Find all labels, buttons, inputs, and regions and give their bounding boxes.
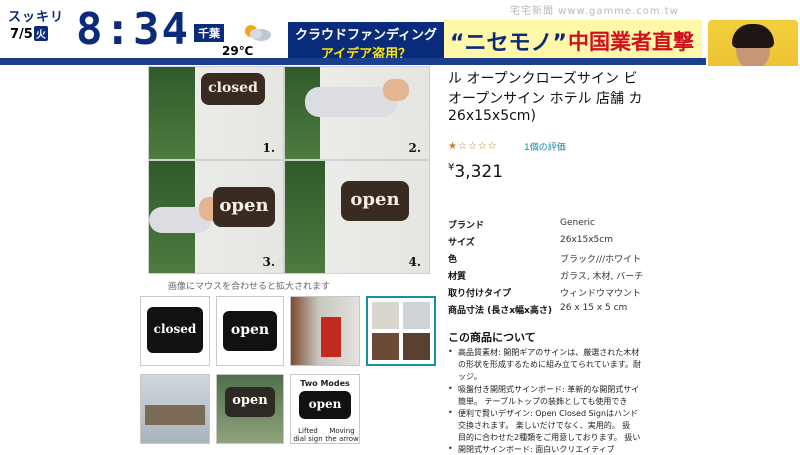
banner-stripe [0,58,800,65]
spec-label: ブランド [448,221,485,231]
about-bullet-text: ッジ。 [458,372,482,381]
spec-label: 材質 [448,272,467,282]
zoom-hint: 画像にマウスを合わせると拡大されます [168,282,331,292]
date-text: 7/5 [10,27,33,42]
price-value: 3,321 [454,162,504,182]
star-empty-icon: ☆ [477,141,488,152]
weather-widget: 千葉 29℃ [194,24,280,62]
spec-label: 取り付けタイプ [448,289,512,299]
step-label-1: 1. [262,141,275,155]
about-bullet-item: ッジ。 [448,371,482,382]
spec-value: ブラック///ホワイト [560,255,642,265]
thumbnail-3[interactable] [290,296,360,366]
sign-closed-photo: closed [201,73,265,105]
spec-label: 色 [448,255,458,265]
about-bullet-item: 高品質素材: 開閉ギアのサインは、厳選された木材 [448,347,639,358]
step-label-4: 4. [408,255,421,269]
date-day-badge: 火 [33,26,48,41]
step-label-3: 3. [262,255,275,269]
thumbnail-2-sign: open [223,311,277,351]
thumbnail-6[interactable]: open [216,374,284,444]
spec-value: ウィンドウマウント [560,289,642,299]
star-rating[interactable]: ★☆☆☆☆ [448,141,498,152]
thumbnail-4-selected[interactable] [366,296,436,366]
product-page: closed 1. 2. open 3. open 4. 画像にマウスを合わせる… [0,66,800,454]
spec-label: サイズ [448,238,475,248]
thumbnail-2[interactable]: open [216,296,284,366]
tv-top-banner: スッキリ 7/5 火 8:34 千葉 29℃ クラウドファンディング アイデア盗用… [0,0,800,66]
spec-value: ガラス, 木材, バーチ [560,272,644,282]
thumbnail-7[interactable]: Two Modes open Lifted dial sign Moving t… [290,374,360,444]
about-bullet-item: の形状を形成するために組み立てられています。耐 [448,359,641,370]
about-bullet-item: 目的に合わせた2種類をご用意しております。 扱い [448,432,640,443]
headline-right-quote: “ニセモノ” [450,31,567,56]
spec-value: 26x15x5cm [560,235,613,245]
review-count-link[interactable]: 1個の評価 [524,140,566,153]
thumbnail-7-sign: open [299,391,351,419]
headline-right-text: 中国業者直撃 [568,30,694,54]
product-title-line-2: オープンサイン ホテル 店舗 カ [448,91,643,107]
about-bullet-text: 便利で賢いデザイン: Open Closed Signはハンド [458,409,639,418]
about-bullet-item: 交換されます。 楽しいだけでなく、実用的。 扱 [448,420,630,431]
clock: 8:34 [76,4,190,55]
watermark-logo: 宅宅新聞 www.gamme.com.tw [510,6,679,17]
about-bullet-item: 便利で賢いデザイン: Open Closed Signはハンド [448,408,638,419]
weather-prefecture: 千葉 [194,24,224,42]
headline-box-right: “ニセモノ” 中国業者直撃 [444,20,702,62]
thumbnail-7-caption-left: Lifted dial sign [293,427,323,443]
gallery-photo-step-3: open 3. [148,160,284,274]
about-bullet-text: 吸盤付き開閉式サインボード: 革新的な開閉式サイ [458,385,640,394]
spec-value: 26 x 15 x 5 cm [560,303,628,313]
about-bullet-text: の形状を形成するために組み立てられています。耐 [458,360,641,369]
weather-temperature: 29℃ [222,44,254,58]
about-bullet-text: 交換されます。 楽しいだけでなく、実用的。 扱 [458,421,631,430]
about-bullet-text: 目的に合わせた2種類をご用意しております。 扱い [458,433,641,442]
star-filled-icon: ★ [448,141,458,152]
gallery-photo-step-4: open 4. [284,160,430,274]
broadcast-date: 7/5 火 [10,26,48,42]
product-price: ¥3,321 [448,162,503,182]
sign-open-photo-3: open [213,187,275,227]
about-bullet-text: 簡単。 テーブルトップの装飾としても使用でき [458,397,628,406]
spec-label: 商品寸法 (長さx幅x高さ) [448,306,552,316]
star-empty-icon: ☆ [467,141,478,152]
about-bullet-text: 高品質素材: 開閉ギアのサインは、厳選された木材 [458,348,640,357]
product-title-line-3: 26x15x5cm) [448,108,536,124]
about-bullet-item: 吸盤付き開閉式サインボード: 革新的な開閉式サイ [448,384,639,395]
thumbnail-1[interactable]: closed [140,296,210,366]
star-empty-icon: ☆ [457,141,468,152]
thumbnail-1-sign: closed [147,307,203,353]
thumbnail-6-sign: open [225,387,275,417]
step-label-2: 2. [408,141,421,155]
thumbnail-7-caption-right: Moving the arrow sign [325,427,359,443]
sign-open-photo-4: open [341,181,409,221]
about-bullet-item: 簡単。 テーブルトップの装飾としても使用でき [448,396,627,407]
star-empty-icon: ☆ [487,141,498,152]
about-this-item-heading: この商品について [448,331,536,344]
product-title-line-1: ル オープンクローズサイン ビ [448,71,638,87]
headline-left-line1: クラウドファンディング [294,28,438,43]
gallery-photo-step-2: 2. [284,66,430,160]
thumbnail-5[interactable] [140,374,210,444]
gallery-photo-step-1: closed 1. [148,66,284,160]
show-name: スッキリ [8,10,65,25]
sun-cloud-icon [245,25,271,41]
thumbnail-7-header: Two Modes [300,379,350,388]
spec-value: Generic [560,218,595,228]
